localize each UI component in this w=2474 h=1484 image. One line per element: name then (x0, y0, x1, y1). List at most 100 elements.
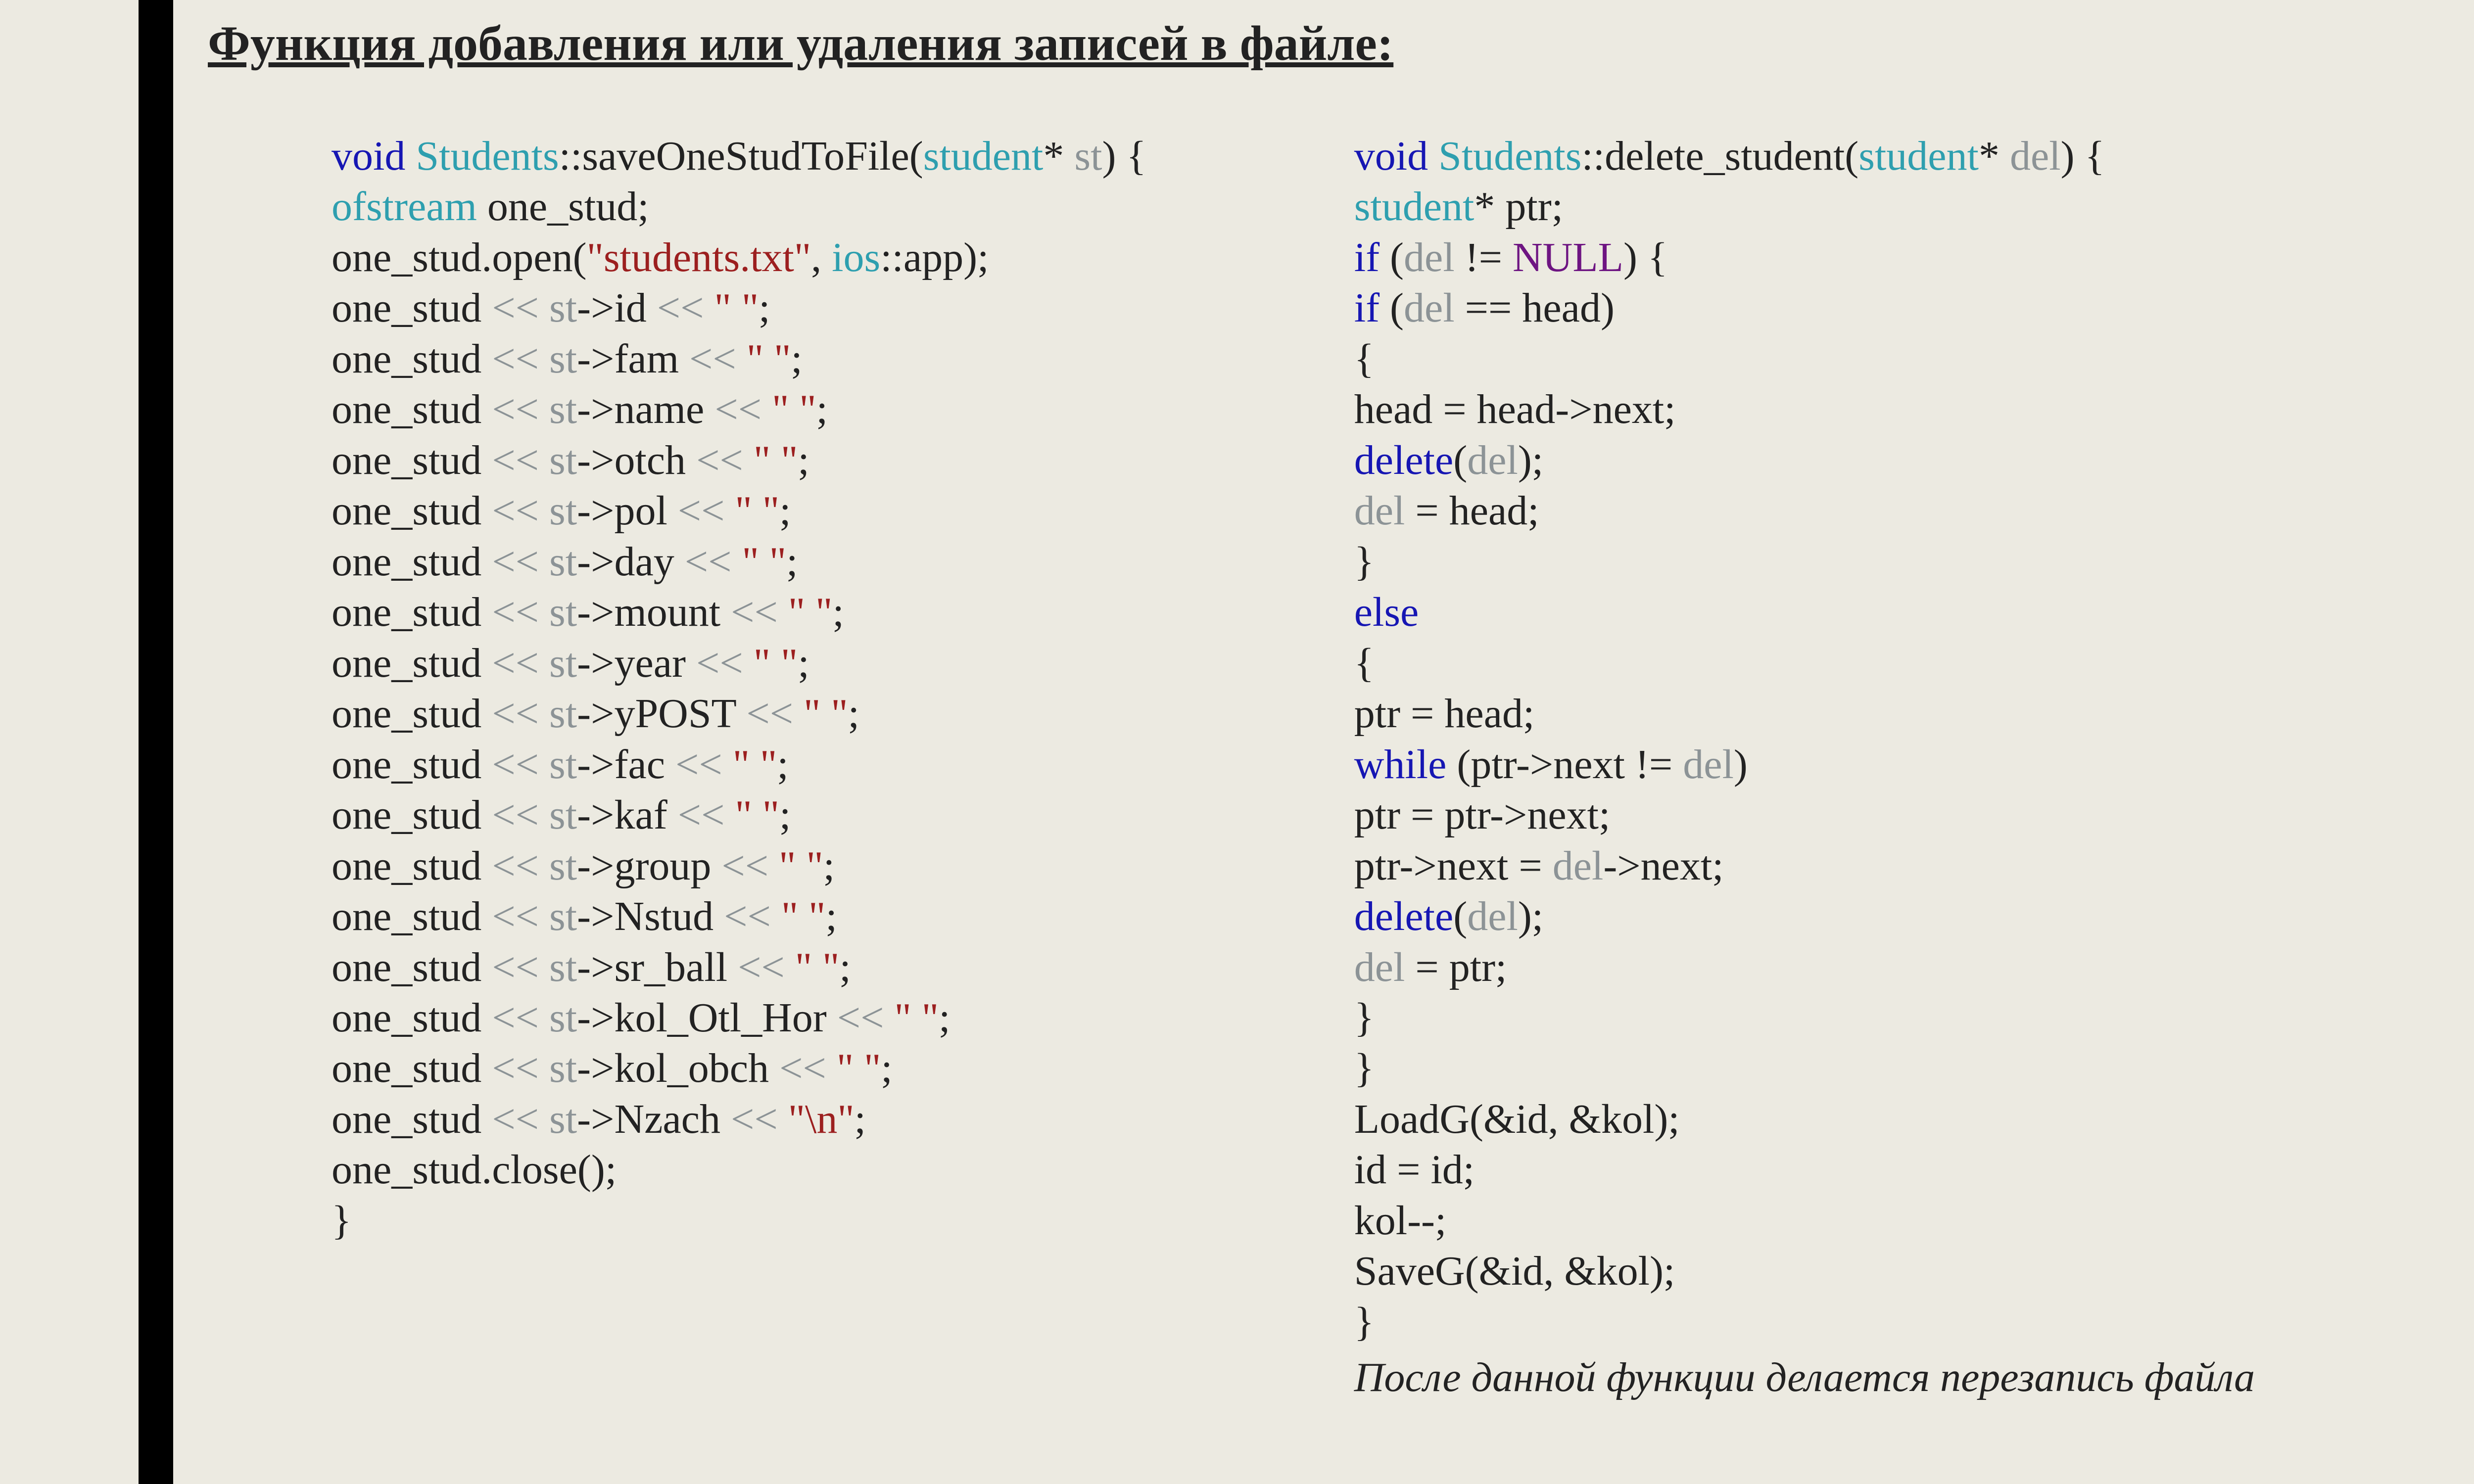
code-token: << (721, 843, 768, 889)
code-token: * (1979, 133, 2010, 179)
code-token: << st (492, 1096, 577, 1142)
code-token (724, 792, 735, 838)
code-token: one_stud (332, 893, 492, 939)
code-left-line: one_stud << st->kol_Otl_Hor << " "; (332, 993, 1146, 1043)
code-right-line: if (del == head) (1354, 283, 2255, 333)
code-token: " " (779, 843, 823, 889)
code-token: head = head->next; (1354, 386, 1676, 432)
code-token (736, 336, 747, 382)
code-token: del (1404, 234, 1455, 280)
code-token: = ptr; (1405, 944, 1507, 990)
code-token: one_stud (332, 589, 492, 635)
code-token: if (1354, 285, 1390, 331)
code-right-line: del = ptr; (1354, 942, 2255, 993)
code-token: << st (492, 995, 577, 1041)
code-token: << (696, 437, 743, 483)
footnote: После данной функции делается перезапись… (1354, 1352, 2255, 1403)
code-token: ; (839, 944, 851, 990)
code-token: << (731, 1096, 778, 1142)
code-columns: void Students::saveOneStudToFile(student… (208, 131, 2474, 1403)
code-token: ; (786, 539, 798, 585)
code-token: LoadG(&id, &kol); (1354, 1096, 1680, 1142)
code-token: } (1354, 1045, 1374, 1091)
code-token: del (1467, 437, 1518, 483)
code-left-line: one_stud << st->sr_ball << " "; (332, 942, 1146, 993)
code-token: st (1074, 133, 1102, 179)
code-right-line: } (1354, 1297, 2255, 1347)
code-token: ); (1518, 437, 1543, 483)
code-token: << (731, 589, 778, 635)
code-token: one_stud (332, 995, 492, 1041)
code-right-line: LoadG(&id, &kol); (1354, 1094, 2255, 1145)
code-token: ->Nstud (577, 893, 724, 939)
code-token: << (678, 488, 725, 534)
code-token: << (738, 944, 785, 990)
code-token (778, 1096, 788, 1142)
code-token: << (724, 893, 771, 939)
code-token: del (1467, 893, 1518, 939)
code-token: NULL (1513, 234, 1623, 280)
code-token: while (1354, 742, 1457, 788)
code-token: void (1354, 133, 1438, 179)
slide: Функция добавления или удаления записей … (0, 0, 2474, 1484)
code-token: ; (939, 995, 950, 1041)
code-right-line: void Students::delete_student(student* d… (1354, 131, 2255, 182)
code-left-line: one_stud << st->kol_obch << " "; (332, 1043, 1146, 1094)
code-token: " " (754, 640, 798, 686)
code-token: " " (772, 386, 816, 432)
code-token: ); (1518, 893, 1543, 939)
code-token: << st (492, 1045, 577, 1091)
code-token: " " (754, 437, 798, 483)
code-token (771, 893, 781, 939)
code-left: void Students::saveOneStudToFile(student… (332, 131, 1146, 1403)
code-token: ; (779, 488, 791, 534)
code-left-line: one_stud << st->yPOST << " "; (332, 689, 1146, 739)
code-token: ::saveOneStudToFile( (559, 133, 923, 179)
code-token: ios (832, 234, 880, 280)
code-token: " " (795, 944, 840, 990)
code-token: << st (492, 640, 577, 686)
code-token: ::app); (880, 234, 989, 280)
code-token: { (1354, 640, 1374, 686)
code-token: id = id; (1354, 1147, 1475, 1193)
code-token: ->Nzach (577, 1096, 731, 1142)
code-token: " " (742, 539, 786, 585)
code-token: << (657, 285, 704, 331)
code-token: " " (837, 1045, 881, 1091)
code-token: one_stud (332, 742, 492, 788)
accent-bar (139, 0, 173, 1484)
code-token: " " (895, 995, 939, 1041)
code-token: << st (492, 944, 577, 990)
code-token: student (1354, 184, 1475, 230)
code-token: " " (714, 285, 759, 331)
code-token: del (1404, 285, 1455, 331)
code-token: one_stud; (487, 184, 649, 230)
code-left-line: one_stud << st->Nzach << "\n"; (332, 1094, 1146, 1145)
code-token: ; (791, 336, 802, 382)
code-token: ->otch (577, 437, 696, 483)
code-left-line: void Students::saveOneStudToFile(student… (332, 131, 1146, 182)
code-right: void Students::delete_student(student* d… (1354, 131, 2255, 1403)
code-left-line: one_stud << st->fac << " "; (332, 740, 1146, 790)
code-right-line: } (1354, 1043, 2255, 1094)
code-token: ->kol_obch (577, 1045, 779, 1091)
code-token: one_stud (332, 843, 492, 889)
code-token: << (675, 742, 722, 788)
code-token: Students (1438, 133, 1581, 179)
code-token (743, 437, 754, 483)
code-left-line: one_stud << st->fam << " "; (332, 334, 1146, 384)
code-token: = head; (1405, 488, 1539, 534)
code-token: ; (798, 437, 809, 483)
code-token: << st (492, 742, 577, 788)
code-token: ; (759, 285, 770, 331)
code-token: << st (492, 893, 577, 939)
code-right-line: delete(del); (1354, 435, 2255, 486)
code-token: << st (492, 792, 577, 838)
code-token: << st (492, 589, 577, 635)
code-token: del (1683, 742, 1734, 788)
code-token: void (332, 133, 416, 179)
code-token: ; (825, 893, 837, 939)
code-left-line: one_stud << st->year << " "; (332, 638, 1146, 689)
code-token: ( (1390, 234, 1404, 280)
code-token: << (678, 792, 725, 838)
